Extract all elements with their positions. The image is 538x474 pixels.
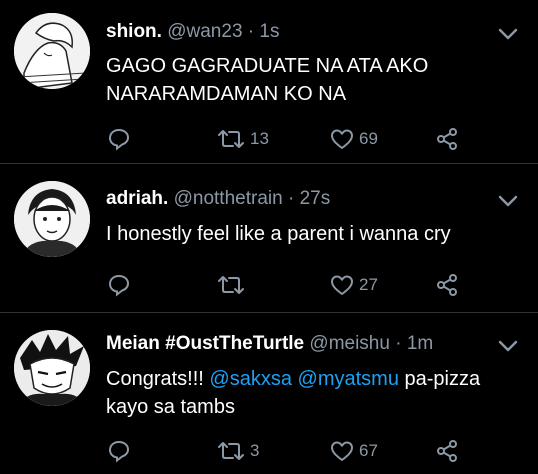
- retweet-count: 13: [250, 129, 269, 148]
- tweet-text-line: kayo sa tambs: [106, 396, 235, 418]
- chevron-down-icon[interactable]: [497, 27, 519, 41]
- share-icon: [437, 440, 457, 462]
- like-icon: [331, 275, 353, 295]
- share-button[interactable]: [435, 127, 459, 151]
- display-name[interactable]: Meian #OustTheTurtle: [106, 333, 304, 354]
- like-button[interactable]: 69: [329, 127, 378, 151]
- avatar-image: [14, 330, 90, 406]
- tweet-text: Congrats!!! @sakxsa @myatsmu pa-pizza ka…: [106, 365, 526, 421]
- tweet-header: shion. @wan23 · 1s: [106, 21, 279, 43]
- retweet-icon: [218, 130, 244, 148]
- chevron-down-icon[interactable]: [497, 194, 519, 208]
- retweet-icon: [218, 442, 244, 460]
- like-button[interactable]: 27: [329, 273, 378, 297]
- separator-dot: ·: [287, 188, 295, 209]
- tweet[interactable]: Meian #OustTheTurtle @meishu · 1m Congra…: [0, 313, 538, 474]
- avatar[interactable]: [14, 181, 90, 257]
- display-name[interactable]: adriah.: [106, 188, 168, 209]
- tweet-text: GAGO GAGRADUATE NA ATA AKO NARARAMDAMAN …: [106, 52, 526, 108]
- tweet-text-suffix: pa-pizza: [398, 368, 481, 390]
- tweet-text: I honestly feel like a parent i wanna cr…: [106, 220, 526, 248]
- retweet-button[interactable]: 3: [216, 439, 259, 463]
- like-icon: [331, 441, 353, 461]
- tweet-text-line: Congrats!!! @sakxsa @myatsmu pa-pizza: [106, 365, 526, 393]
- timestamp[interactable]: 1m: [407, 333, 433, 354]
- like-count: 69: [359, 129, 378, 148]
- avatar[interactable]: [14, 13, 90, 89]
- separator-dot: ·: [247, 21, 255, 42]
- share-button[interactable]: [435, 273, 459, 297]
- reply-icon: [108, 128, 130, 151]
- reply-icon: [108, 274, 130, 297]
- timestamp[interactable]: 1s: [259, 21, 279, 42]
- user-handle[interactable]: @notthetrain: [174, 188, 283, 209]
- tweet[interactable]: shion. @wan23 · 1s GAGO GAGRADUATE NA AT…: [0, 0, 538, 163]
- tweet-text-prefix: Congrats!!!: [106, 368, 210, 390]
- user-handle[interactable]: @wan23: [167, 21, 242, 42]
- avatar-image: [14, 13, 90, 89]
- retweet-count: 3: [250, 441, 260, 460]
- tweet-text-line: I honestly feel like a parent i wanna cr…: [106, 223, 451, 245]
- share-button[interactable]: [435, 439, 459, 463]
- display-name[interactable]: shion.: [106, 21, 162, 42]
- separator-dot: ·: [395, 333, 402, 354]
- tweet-text-line: NARARAMDAMAN KO NA: [106, 83, 347, 105]
- tweet-text-line: GAGO GAGRADUATE NA ATA AKO: [106, 55, 429, 77]
- reply-button[interactable]: [107, 439, 131, 463]
- retweet-button[interactable]: 13: [216, 127, 269, 151]
- share-icon: [437, 128, 457, 150]
- like-count: 67: [359, 441, 378, 460]
- retweet-button[interactable]: [216, 273, 250, 297]
- reply-button[interactable]: [107, 127, 131, 151]
- mention-link[interactable]: @sakxsa: [209, 368, 292, 390]
- retweet-icon: [218, 276, 244, 294]
- tweet-header: Meian #OustTheTurtle @meishu · 1m: [106, 333, 433, 355]
- avatar[interactable]: [14, 330, 90, 406]
- like-button[interactable]: 67: [329, 439, 378, 463]
- avatar-image: [14, 181, 90, 257]
- tweet[interactable]: adriah. @notthetrain · 27s I honestly fe…: [0, 164, 538, 312]
- mention-link[interactable]: @myatsmu: [298, 368, 399, 390]
- timestamp[interactable]: 27s: [300, 188, 331, 209]
- reply-icon: [108, 440, 130, 463]
- like-icon: [331, 129, 353, 149]
- chevron-down-icon[interactable]: [497, 339, 519, 353]
- share-icon: [437, 274, 457, 296]
- like-count: 27: [359, 275, 378, 294]
- tweet-header: adriah. @notthetrain · 27s: [106, 188, 330, 210]
- reply-button[interactable]: [107, 273, 131, 297]
- user-handle[interactable]: @meishu: [309, 333, 390, 354]
